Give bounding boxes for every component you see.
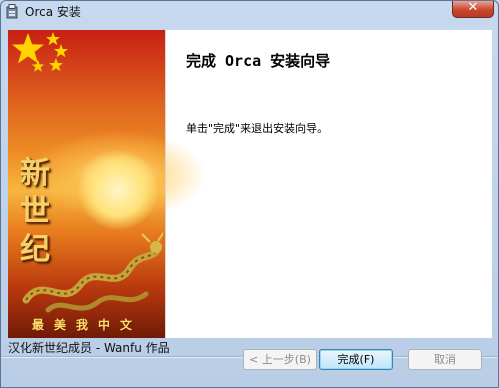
window-title: Orca 安装 (25, 5, 81, 19)
banner-divider (165, 30, 166, 338)
title-bar[interactable]: Orca 安装 ✕ (1, 0, 498, 23)
wizard-client-area: 新 世 纪 最美我中文 完成 Orca 安装向导 单击"完成"来退出安装向导。 (8, 30, 492, 338)
finish-message: 单击"完成"来退出安装向导。 (186, 122, 329, 135)
sun-graphic (78, 150, 158, 230)
banner-image: 新 世 纪 最美我中文 (8, 30, 208, 338)
close-icon: ✕ (467, 0, 479, 15)
cancel-button[interactable]: 取消 (408, 349, 482, 370)
page-title: 完成 Orca 安装向导 (186, 52, 331, 70)
credits-text: 汉化新世纪成员 - Wanfu 作品 (8, 341, 170, 355)
installer-app-icon (6, 4, 18, 19)
installer-window: Orca 安装 ✕ 新 世 纪 最美我中文 完成 Orca 安装向导 单击"完成… (0, 0, 499, 388)
dragon-graphic (22, 231, 163, 313)
finish-button[interactable]: 完成(F) (319, 349, 393, 370)
close-button[interactable]: ✕ (452, 0, 494, 18)
back-button[interactable]: < 上一步(B) (243, 349, 317, 370)
banner-slogan: 最美我中文 (31, 318, 142, 332)
flag-stars-icon (12, 32, 68, 72)
